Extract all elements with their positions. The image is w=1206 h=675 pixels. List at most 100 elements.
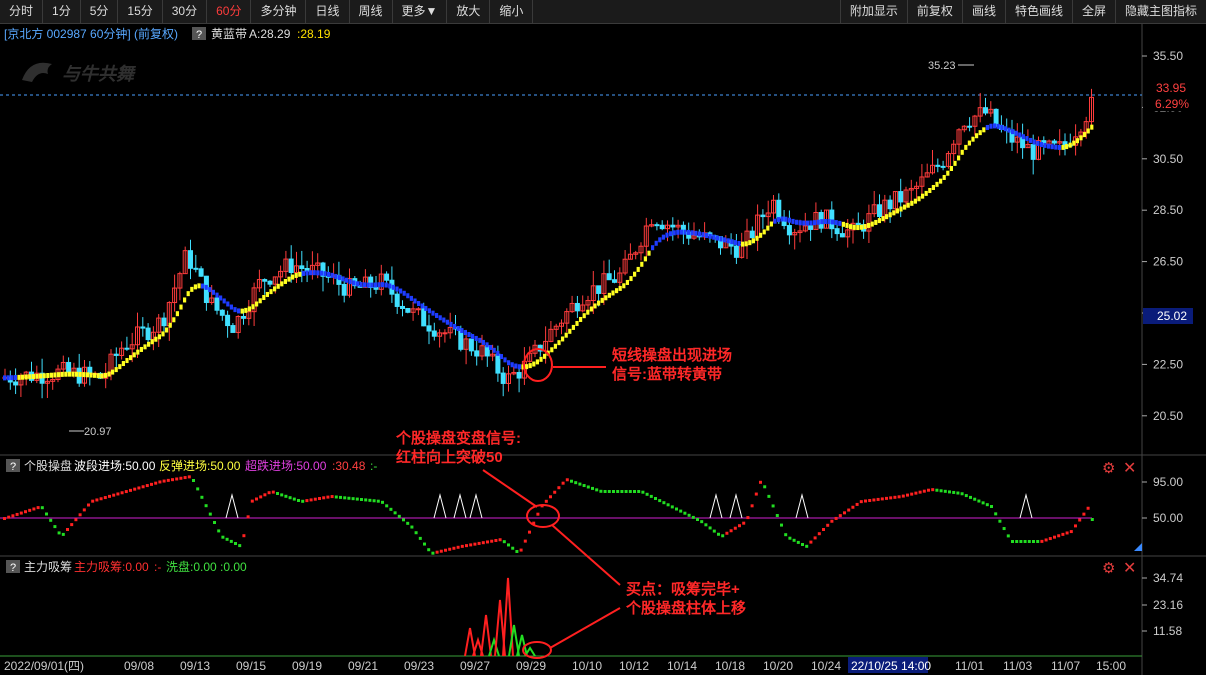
- candle-body: [855, 222, 861, 226]
- candle-body: [426, 325, 432, 332]
- p2-bar: [1002, 527, 1006, 531]
- p2-bar: [78, 513, 82, 517]
- watermark-logo: 与牛共舞: [22, 62, 137, 84]
- band-segment: [345, 277, 349, 283]
- band-segment: [568, 328, 572, 334]
- p2-bar: [87, 503, 90, 507]
- candle-body: [299, 265, 305, 270]
- band-segment: [913, 198, 917, 204]
- candle-body: [808, 225, 814, 230]
- close-icon[interactable]: ✕: [1123, 461, 1136, 477]
- period-tab[interactable]: 30分: [163, 0, 208, 23]
- band-segment: [280, 281, 284, 287]
- p2-bar: [792, 538, 796, 542]
- p2-bar: [557, 486, 561, 490]
- band-segment: [777, 217, 781, 223]
- toolbar-button[interactable]: 附加显示: [839, 0, 907, 23]
- band-segment: [604, 295, 608, 301]
- band-segment: [697, 231, 701, 237]
- candle-body: [468, 338, 474, 352]
- kline-chart-area[interactable]: [京北方 002987 60分钟] (前复权) ? 黄蓝带 A:28.29 :2…: [0, 24, 1206, 675]
- toolbar-button[interactable]: 画线: [961, 0, 1005, 23]
- band-segment: [337, 275, 341, 281]
- band-segment: [953, 160, 957, 166]
- candle-body: [749, 230, 755, 239]
- p2-bar: [574, 481, 578, 485]
- period-tab[interactable]: 60分: [207, 0, 252, 23]
- p2-bar: [742, 521, 746, 525]
- p2-bar: [444, 548, 447, 552]
- band-segment: [143, 344, 147, 350]
- band-segment: [291, 274, 295, 280]
- band-segment: [283, 278, 287, 284]
- p2-bar: [864, 499, 867, 503]
- band-segment: [553, 343, 557, 349]
- band-segment: [463, 330, 467, 336]
- band-segment: [305, 270, 309, 276]
- candle-body: [654, 224, 660, 227]
- p2-bar: [721, 534, 725, 538]
- period-tab[interactable]: 周线: [350, 0, 393, 23]
- period-tab[interactable]: 1分: [43, 0, 81, 23]
- band-segment: [453, 323, 457, 329]
- p2-bar: [112, 493, 116, 497]
- p2-bar: [36, 506, 40, 510]
- toolbar-button[interactable]: 特色画线: [1004, 0, 1072, 23]
- band-segment: [269, 289, 273, 295]
- p2-bar: [204, 504, 208, 508]
- period-tab[interactable]: 缩小: [490, 0, 534, 23]
- band-segment: [766, 225, 770, 231]
- period-tab[interactable]: 更多▼: [393, 0, 448, 23]
- candle-body: [670, 224, 676, 228]
- p2-bar: [137, 486, 141, 490]
- period-tab[interactable]: 放大: [447, 0, 491, 23]
- toolbar-button[interactable]: 全屏: [1071, 0, 1115, 23]
- band-segment: [1061, 144, 1065, 150]
- gear-icon[interactable]: ⚙: [1102, 561, 1115, 576]
- gear-icon[interactable]: ⚙: [1102, 461, 1115, 476]
- p2-bar: [918, 490, 922, 494]
- band-segment: [748, 240, 752, 246]
- toolbar-button[interactable]: 隐藏主图指标: [1114, 0, 1206, 23]
- band-segment: [316, 270, 320, 276]
- p2-bar: [595, 488, 599, 492]
- p2-bar: [977, 499, 981, 503]
- period-tab[interactable]: 15分: [118, 0, 163, 23]
- band-segment: [460, 328, 464, 334]
- p2-bar: [738, 524, 741, 528]
- band-segment: [287, 276, 291, 282]
- band-segment: [647, 250, 651, 256]
- candle-body: [967, 125, 973, 128]
- candle-body: [993, 108, 999, 126]
- band-segment: [755, 235, 759, 241]
- band-segment: [557, 340, 561, 346]
- panel-resize-handle[interactable]: [1134, 543, 1142, 551]
- yellow-blue-band: [3, 123, 1094, 381]
- p2-bar: [511, 546, 515, 550]
- band-segment: [816, 219, 820, 225]
- p2-bar: [49, 518, 53, 522]
- p2-bar: [775, 514, 779, 518]
- period-tab[interactable]: 日线: [306, 0, 350, 23]
- toolbar-button[interactable]: 前复权: [906, 0, 962, 23]
- band-segment: [661, 234, 665, 240]
- panel2-series-5: :-: [370, 459, 377, 473]
- band-segment: [121, 361, 125, 367]
- band-segment: [1011, 129, 1015, 135]
- band-segment: [561, 336, 565, 342]
- p2-bar: [612, 490, 615, 493]
- band-segment: [769, 221, 773, 227]
- band-segment: [820, 219, 824, 225]
- signal-pointer-3b: [549, 607, 621, 649]
- close-icon[interactable]: ✕: [1123, 561, 1136, 577]
- p2-bar: [187, 475, 191, 479]
- period-tab[interactable]: 5分: [81, 0, 119, 23]
- band-segment: [1039, 142, 1043, 148]
- period-tab[interactable]: 多分钟: [251, 0, 307, 23]
- p2-bar: [729, 529, 733, 533]
- band-segment: [762, 229, 766, 235]
- band-segment: [917, 196, 921, 202]
- period-tab[interactable]: 分时: [0, 0, 44, 23]
- panel3-tick: 23.16: [1153, 598, 1183, 612]
- band-segment: [924, 190, 928, 196]
